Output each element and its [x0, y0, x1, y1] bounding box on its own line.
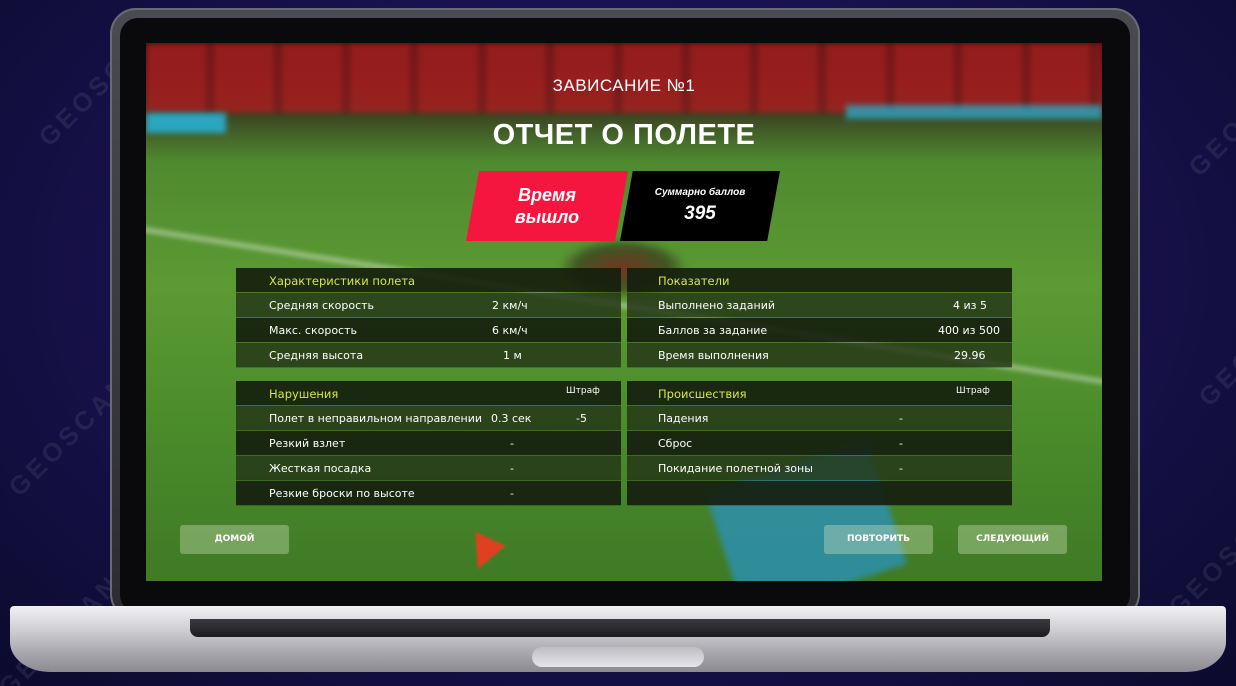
- row-value: -: [899, 462, 903, 475]
- direction-arrow-icon: [458, 522, 506, 570]
- panel-header-label: Показатели: [658, 274, 730, 288]
- row-label: Время выполнения: [658, 349, 769, 362]
- watermark-text: GEOSCAN: [1182, 48, 1236, 183]
- indicators-panel: Показатели Выполнено заданий 4 из 5 Балл…: [627, 268, 1012, 368]
- table-row: Покидание полетной зоны -: [627, 456, 1012, 480]
- flight-characteristics-panel: Характеристики полета Средняя скорость 2…: [236, 268, 621, 368]
- score-value: 395: [684, 203, 716, 224]
- row-label: Покидание полетной зоны: [658, 462, 813, 475]
- time-out-line2: вышло: [514, 207, 580, 227]
- time-out-badge: Время вышло: [466, 171, 628, 241]
- row-penalty: -5: [576, 412, 587, 425]
- table-row: [627, 481, 1012, 505]
- next-button[interactable]: СЛЕДУЮЩИЙ: [958, 525, 1067, 554]
- row-label: Сброс: [658, 437, 693, 450]
- row-label: Баллов за задание: [658, 324, 768, 337]
- table-row: Выполнено заданий 4 из 5: [627, 293, 1012, 317]
- table-row: Резкие броски по высоте -: [236, 481, 621, 505]
- penalty-header: Штраф: [566, 386, 600, 396]
- table-row: Резкий взлет -: [236, 431, 621, 455]
- table-row: Баллов за задание 400 из 500: [627, 318, 1012, 342]
- table-row: Макс. скорость 6 км/ч: [236, 318, 621, 342]
- panel-header-label: Происшествия: [658, 387, 747, 401]
- penalty-header: Штраф: [956, 386, 990, 396]
- table-row: Полет в неправильном направлении 0.3 сек…: [236, 406, 621, 430]
- row-label: Падения: [658, 412, 709, 425]
- row-value: -: [899, 412, 903, 425]
- table-row: Сброс -: [627, 431, 1012, 455]
- row-value: 4 из 5: [953, 299, 987, 312]
- laptop-notch: [532, 647, 704, 667]
- table-row: Средняя скорость 2 км/ч: [236, 293, 621, 317]
- row-value: -: [510, 487, 514, 500]
- row-label: Средняя высота: [269, 349, 364, 362]
- row-label: Выполнено заданий: [658, 299, 775, 312]
- row-label: Полет в неправильном направлении: [269, 412, 483, 425]
- home-button[interactable]: ДОМОЙ: [180, 525, 289, 554]
- table-row: Средняя высота 1 м: [236, 343, 621, 367]
- panel-header-label: Характеристики полета: [269, 274, 416, 288]
- row-value: 2 км/ч: [492, 299, 528, 312]
- violations-panel: Нарушения Штраф Полет в неправильном нап…: [236, 381, 621, 506]
- row-value: 400 из 500: [938, 324, 1000, 337]
- panel-header-label: Нарушения: [269, 387, 339, 401]
- game-screen: ЗАВИСАНИЕ №1 ОТЧЕТ О ПОЛЕТЕ Время вышло …: [146, 43, 1102, 581]
- ad-board: [846, 105, 1102, 119]
- row-label: Макс. скорость: [269, 324, 357, 337]
- panel-header: Нарушения Штраф: [236, 381, 621, 405]
- row-value: 6 км/ч: [492, 324, 528, 337]
- row-value: -: [510, 437, 514, 450]
- row-label: Резкие броски по высоте: [269, 487, 415, 500]
- table-row: Падения -: [627, 406, 1012, 430]
- row-value: -: [510, 462, 514, 475]
- time-out-line1: Время: [518, 185, 576, 205]
- incidents-panel: Происшествия Штраф Падения - Сброс - Пок…: [627, 381, 1012, 506]
- table-row: Жесткая посадка -: [236, 456, 621, 480]
- mission-title: ЗАВИСАНИЕ №1: [552, 76, 696, 95]
- row-value: 0.3 сек: [491, 412, 532, 425]
- row-value: 1 м: [503, 349, 522, 362]
- laptop-hinge: [190, 619, 1050, 637]
- score-badge: Суммарно баллов 395: [620, 171, 780, 241]
- panel-header: Показатели: [627, 268, 1012, 292]
- panel-header: Происшествия Штраф: [627, 381, 1012, 405]
- table-row: Время выполнения 29.96: [627, 343, 1012, 367]
- watermark-text: GEOSCAN: [1192, 278, 1236, 413]
- row-label: Средняя скорость: [269, 299, 375, 312]
- repeat-button[interactable]: ПОВТОРИТЬ: [824, 525, 933, 554]
- watermark-text: GEOSCAN: [1162, 488, 1236, 623]
- report-title: ОТЧЕТ О ПОЛЕТЕ: [492, 119, 756, 151]
- row-label: Жесткая посадка: [269, 462, 372, 475]
- score-label: Суммарно баллов: [654, 187, 746, 198]
- row-value: -: [899, 437, 903, 450]
- row-label: Резкий взлет: [269, 437, 346, 450]
- panel-header: Характеристики полета: [236, 268, 621, 292]
- row-value: 29.96: [954, 349, 986, 362]
